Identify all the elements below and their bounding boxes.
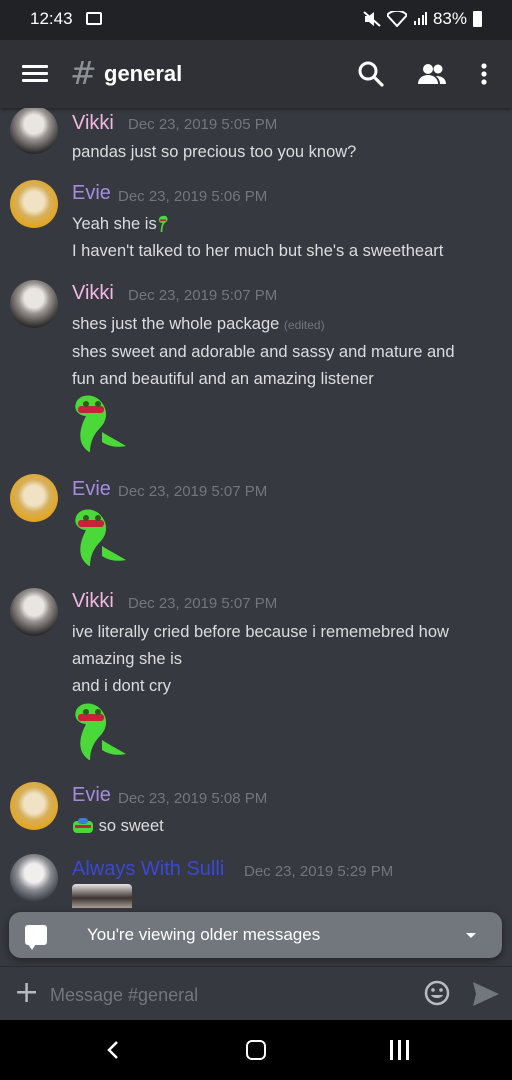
avatar[interactable] (10, 474, 58, 522)
timestamp: Dec 23, 2019 5:29 PM (244, 863, 394, 880)
author-name[interactable]: Evie (72, 784, 111, 807)
message-text: I haven't talked to her much but she's a… (72, 242, 444, 260)
avatar[interactable] (10, 588, 58, 636)
avatar[interactable] (10, 180, 58, 228)
members-icon[interactable] (416, 60, 448, 88)
timestamp: Dec 23, 2019 5:06 PM (118, 188, 268, 205)
message-text: Yeah she is (72, 214, 175, 234)
author-name[interactable]: Vikki (72, 590, 114, 613)
chevron-down-icon[interactable] (466, 933, 476, 938)
message-composer: + (0, 966, 512, 1020)
message-text: fun and beautiful and an amazing listene… (72, 370, 374, 388)
author-name[interactable]: Evie (72, 478, 111, 501)
back-icon[interactable] (104, 1040, 124, 1060)
send-icon[interactable] (472, 981, 500, 1007)
timestamp: Dec 23, 2019 5:07 PM (128, 595, 278, 612)
timestamp: Dec 23, 2019 5:07 PM (128, 287, 278, 304)
search-icon[interactable] (357, 60, 385, 88)
status-right: 83% (363, 9, 482, 29)
message-text-part: shes just the whole package (72, 315, 280, 333)
message-text: pandas just so precious too you know? (72, 143, 357, 161)
message-text: ive literally cried before because i rem… (72, 623, 449, 641)
older-messages-text: You're viewing older messages (87, 925, 321, 944)
mute-icon (363, 11, 381, 27)
timestamp: Dec 23, 2019 5:05 PM (128, 116, 278, 133)
emoji-icon[interactable] (424, 980, 450, 1006)
message-text-part: so sweet (98, 817, 164, 835)
older-messages-banner[interactable]: You're viewing older messages (9, 912, 502, 958)
attached-image[interactable] (72, 884, 132, 908)
signal-icon (413, 12, 427, 25)
battery-percent: 83% (432, 9, 467, 28)
avatar[interactable] (10, 108, 58, 154)
message-input[interactable] (50, 981, 410, 1009)
pepe-emoji-icon[interactable] (72, 700, 134, 760)
more-vert-icon[interactable] (470, 60, 498, 88)
battery-icon (473, 11, 482, 27)
recent-apps-icon[interactable] (390, 1040, 410, 1060)
gallery-notification-icon (86, 12, 102, 25)
channel-toolbar: # general (0, 40, 512, 108)
message-list[interactable]: Vikki Dec 23, 2019 5:05 PM pandas just s… (0, 108, 512, 908)
add-attachment-button[interactable]: + (14, 975, 39, 1010)
message-text: amazing she is (72, 650, 183, 668)
message-text: shes just the whole package (edited) (72, 315, 325, 334)
wifi-icon (386, 11, 407, 27)
home-icon[interactable] (246, 1040, 266, 1060)
avatar[interactable] (10, 782, 58, 830)
chat-bubble-icon (25, 925, 47, 950)
timestamp: Dec 23, 2019 5:08 PM (118, 790, 268, 807)
menu-icon[interactable] (22, 65, 48, 83)
author-name[interactable]: Vikki (72, 112, 114, 135)
avatar[interactable] (10, 280, 58, 328)
message-text: so sweet (72, 816, 164, 836)
status-bar: 12:43 83% (0, 0, 512, 40)
message-text-part: Yeah she is (72, 215, 157, 233)
channel-hash-icon: # (70, 54, 97, 92)
author-name[interactable]: Evie (72, 182, 111, 205)
channel-title: general (104, 61, 183, 86)
author-name[interactable]: Vikki (72, 282, 114, 305)
edited-label: (edited) (283, 318, 325, 332)
system-nav-bar (0, 1020, 512, 1080)
message-text: and i dont cry (72, 677, 172, 695)
pepe-hug-emoji-icon (73, 818, 93, 833)
timestamp: Dec 23, 2019 5:07 PM (118, 483, 268, 500)
avatar[interactable] (10, 854, 58, 902)
author-name[interactable]: Always With Sulli (72, 858, 224, 881)
pepe-emoji-icon (158, 215, 168, 232)
pepe-emoji-icon[interactable] (72, 392, 134, 452)
status-time: 12:43 (30, 9, 73, 28)
pepe-emoji-icon[interactable] (72, 506, 134, 566)
message-text: shes sweet and adorable and sassy and ma… (72, 343, 455, 361)
